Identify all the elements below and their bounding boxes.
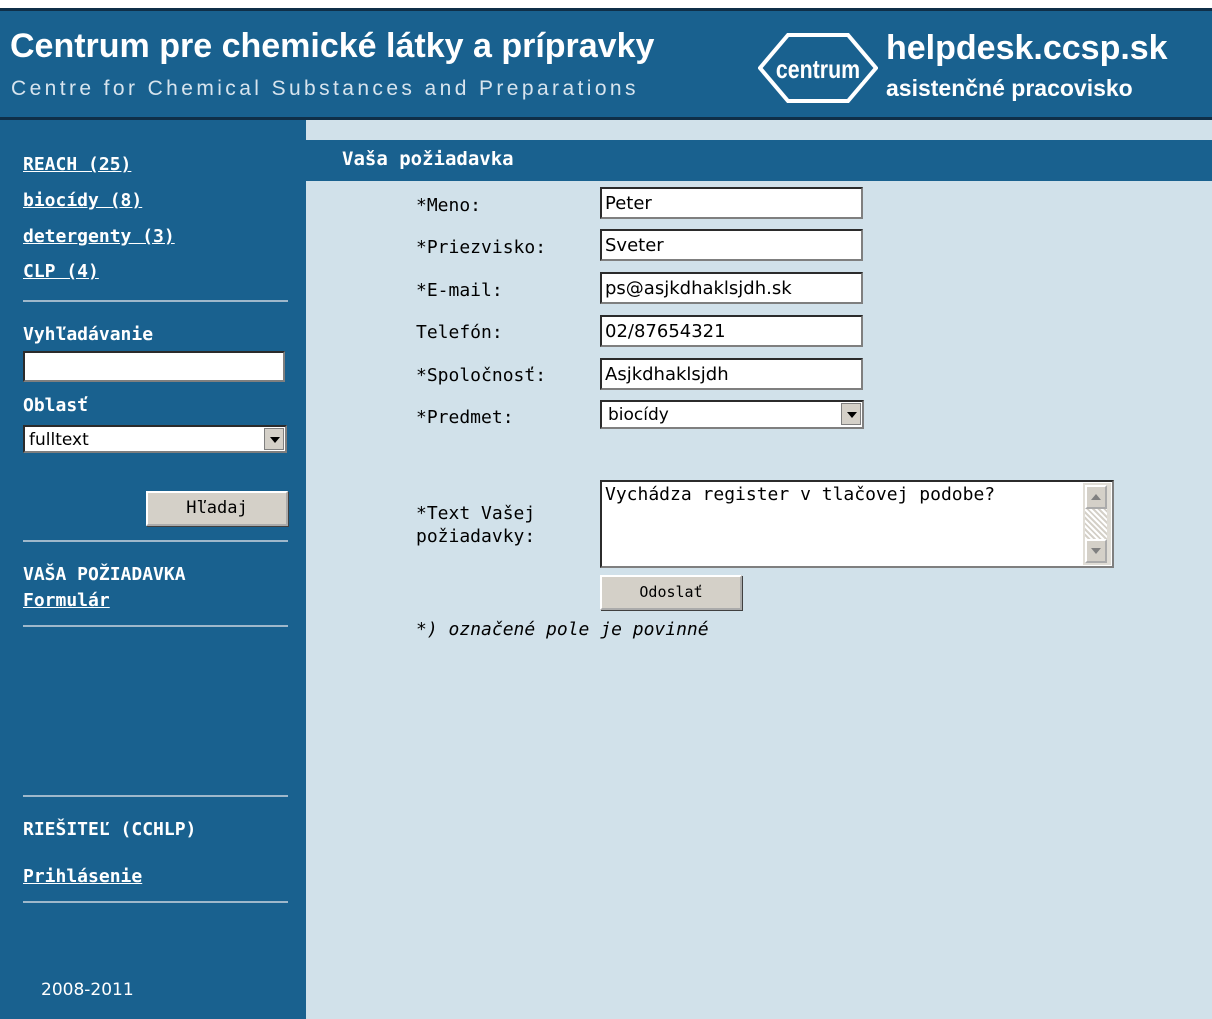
search-input[interactable] <box>23 351 285 382</box>
sidebar-divider <box>23 300 288 302</box>
main-content: Vaša požiadavka *Meno: Peter *Priezvisko… <box>306 120 1212 1019</box>
request-text-area[interactable]: Vychádza register v tlačovej podobe? <box>600 480 1114 568</box>
site-header: Centrum pre chemické látky a prípravky C… <box>0 11 1212 117</box>
sidebar-divider <box>23 795 288 797</box>
login-link[interactable]: Prihlásenie <box>23 866 142 887</box>
scroll-up-icon[interactable] <box>1085 485 1107 509</box>
surname-label: *Priezvisko: <box>416 237 547 258</box>
sidebar-link-reach[interactable]: REACH (25) <box>23 154 131 175</box>
chevron-down-icon[interactable] <box>264 428 284 450</box>
site-domain: helpdesk.ccsp.sk <box>886 29 1168 67</box>
site-domain-subtitle: asistenčné pracovisko <box>886 75 1133 101</box>
email-field[interactable]: ps@asjkdhaklsjdh.sk <box>600 272 863 304</box>
logo-text: centrum <box>775 54 861 84</box>
sidebar-link-biocidy[interactable]: biocídy (8) <box>23 190 142 211</box>
sidebar: REACH (25) biocídy (8) detergenty (3) CL… <box>0 120 306 1019</box>
copyright-years: 2008-2011 <box>41 980 134 1000</box>
name-field-value: Peter <box>605 193 652 214</box>
area-heading: Oblasť <box>23 395 89 416</box>
sidebar-link-detergenty[interactable]: detergenty (3) <box>23 226 175 247</box>
chevron-down-icon[interactable] <box>841 403 861 425</box>
top-white-strip <box>0 0 1212 8</box>
main-title-bar: Vaša požiadavka <box>306 140 1212 181</box>
scroll-track[interactable] <box>1085 509 1107 539</box>
company-field[interactable]: Asjkdhaklsjdh <box>600 358 863 390</box>
email-field-value: ps@asjkdhaklsjdh.sk <box>605 278 792 299</box>
subject-label: *Predmet: <box>416 407 514 428</box>
site-subtitle: Centre for Chemical Substances and Prepa… <box>11 77 639 100</box>
request-text-label-line1: *Text Vašej <box>416 503 536 524</box>
email-label: *E-mail: <box>416 280 503 301</box>
company-field-value: Asjkdhaklsjdh <box>605 364 729 385</box>
centrum-logo: centrum <box>757 32 879 104</box>
request-text-label-line2: požiadavky: <box>416 526 536 547</box>
search-button[interactable]: Hľadaj <box>146 491 288 526</box>
subject-select[interactable]: biocídy <box>600 400 864 429</box>
solver-heading: RIEŠITEĽ (CCHLP) <box>23 819 197 840</box>
surname-field[interactable]: Sveter <box>600 229 863 261</box>
scroll-down-icon[interactable] <box>1085 539 1107 563</box>
company-label: *Spoločnosť: <box>416 365 547 386</box>
subject-select-value: biocídy <box>608 405 669 425</box>
search-heading: Vyhľadávanie <box>23 324 154 345</box>
area-select-value: fulltext <box>29 430 89 450</box>
textarea-scrollbar[interactable] <box>1083 483 1111 565</box>
sidebar-divider <box>23 901 288 903</box>
name-label: *Meno: <box>416 195 482 216</box>
surname-field-value: Sveter <box>605 235 664 256</box>
phone-field-value: 02/87654321 <box>605 321 726 342</box>
name-field[interactable]: Peter <box>600 187 863 219</box>
request-form-link[interactable]: Formulár <box>23 590 110 611</box>
request-heading: VAŠA POŽIADAVKA <box>23 564 186 585</box>
phone-label: Telefón: <box>416 322 503 343</box>
sidebar-link-clp[interactable]: CLP (4) <box>23 261 99 282</box>
sidebar-divider <box>23 540 288 542</box>
required-note: *) označené pole je povinné <box>416 619 709 640</box>
site-title: Centrum pre chemické látky a prípravky <box>10 27 655 65</box>
request-text-value: Vychádza register v tlačovej podobe? <box>605 484 996 505</box>
phone-field[interactable]: 02/87654321 <box>600 315 863 347</box>
submit-button[interactable]: Odoslať <box>600 575 742 610</box>
sidebar-divider <box>23 625 288 627</box>
page-title: Vaša požiadavka <box>342 148 514 170</box>
area-select[interactable]: fulltext <box>23 425 287 453</box>
